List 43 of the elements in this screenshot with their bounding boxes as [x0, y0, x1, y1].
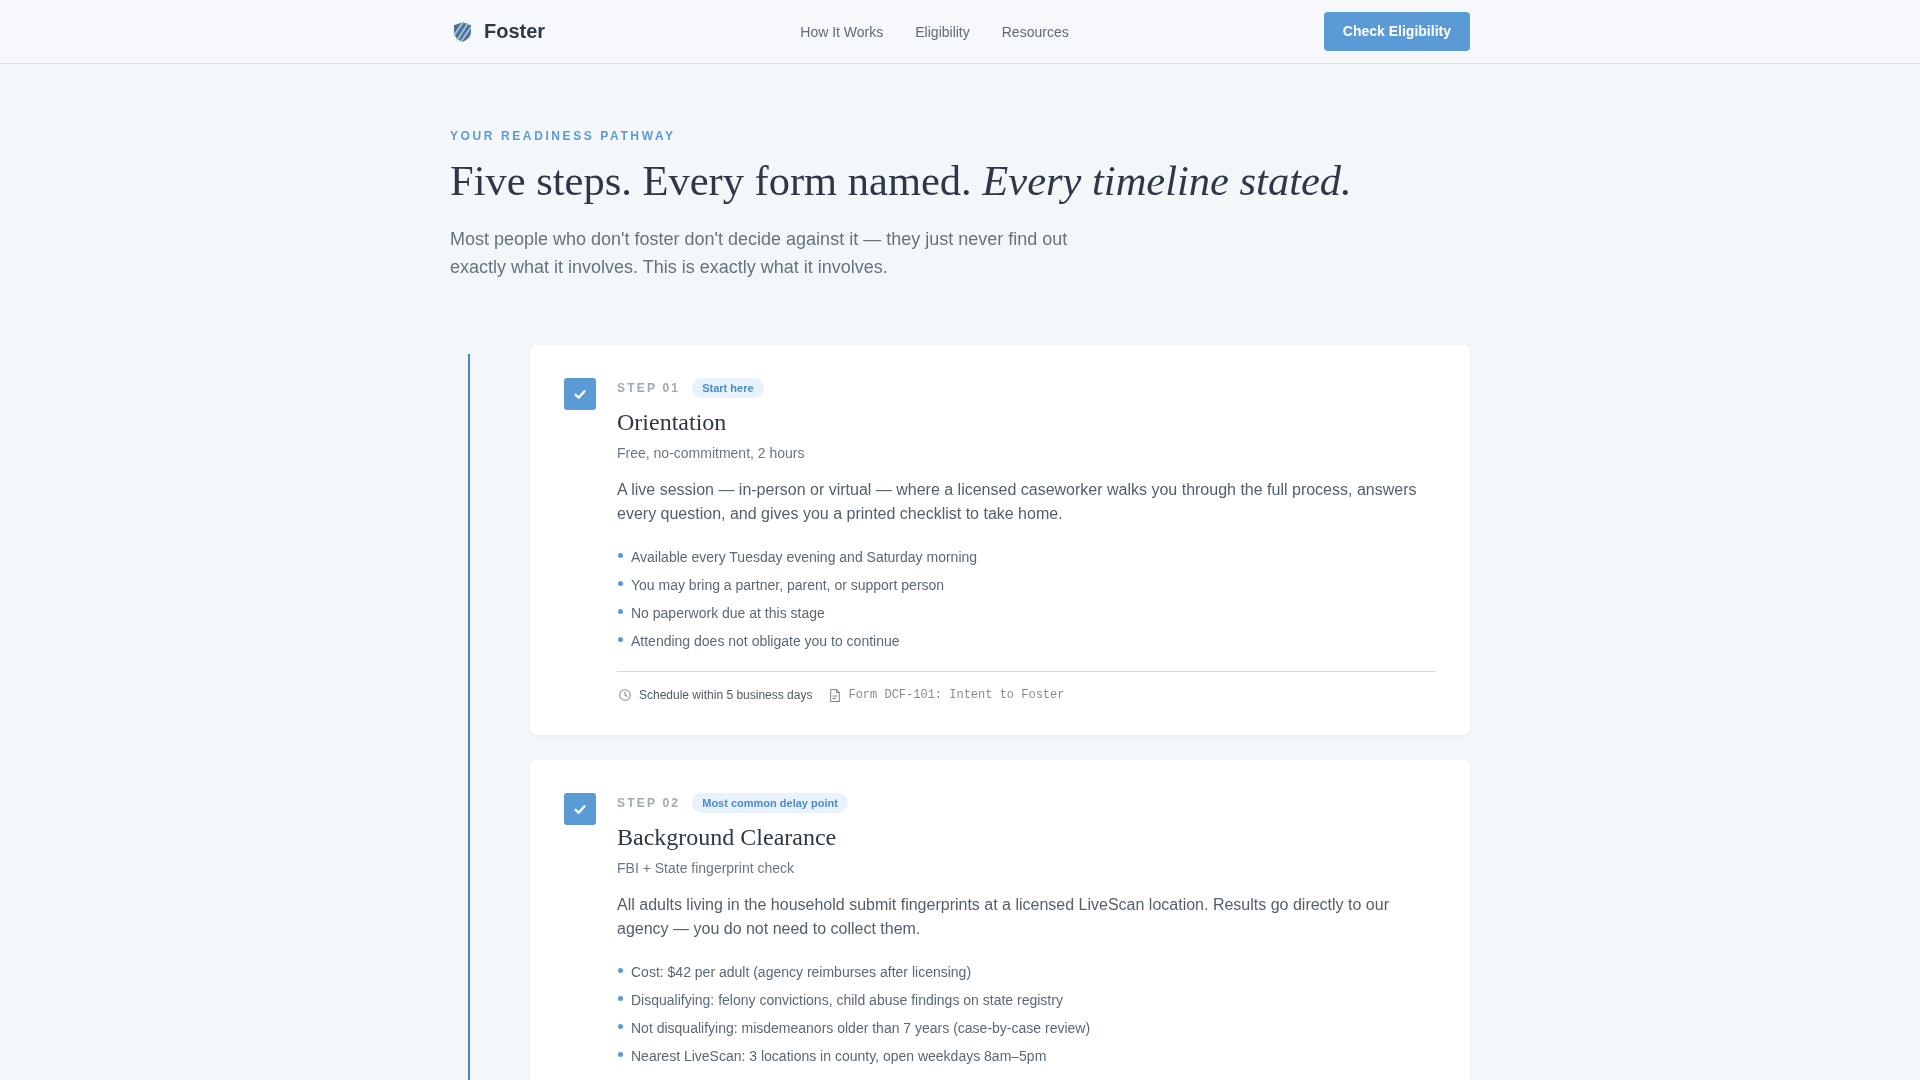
bullet-icon: [618, 637, 623, 642]
bullet-text: No paperwork due at this stage: [631, 604, 825, 623]
bullet-icon: [618, 581, 623, 586]
bullet-text: Available every Tuesday evening and Saturday morning: [631, 548, 978, 567]
nav-link[interactable]: Eligibility: [915, 23, 970, 40]
bullet-text: Not disqualifying: misdemeanors older than 7 years (case-by-case review): [631, 1019, 1091, 1038]
step-tag: Most common delay point: [692, 793, 848, 813]
step-subtitle: FBI + State fingerprint check: [617, 859, 796, 878]
brand-name[interactable]: Foster: [484, 20, 546, 43]
bullet-icon: [618, 1052, 623, 1057]
step-description: All adults living in the household submit fingerprints at a licensed LiveScan location. Results go directly to our agency — you do not need to collect them.: [617, 895, 1390, 939]
step-checkbox[interactable]: [564, 793, 596, 825]
bullet-text: Disqualifying: felony convictions, child abuse findings on state registry: [631, 991, 1063, 1010]
step-description: A live session — in-person or virtual — where a licensed caseworker walks you through the full process, answers every question, and gives you a printed checklist to take home.: [617, 480, 1418, 524]
bullet-icon: [618, 609, 623, 614]
bullet-icon: [618, 553, 623, 558]
check-icon: [574, 389, 586, 399]
step-title: Orientation: [617, 408, 728, 437]
document-icon: [830, 688, 841, 702]
bullet-icon: [618, 968, 623, 973]
bullet-text: Attending does not obligate you to continue: [631, 632, 900, 651]
bullet-text: Nearest LiveScan: 3 locations in county, open weekdays 8am–5pm: [631, 1047, 1047, 1066]
shield-icon: [454, 21, 471, 42]
step-tag: Start here: [692, 378, 764, 398]
page-heading: Five steps. Every form named. Every timeline stated.: [450, 156, 1353, 206]
check-icon: [574, 804, 586, 814]
bullet-text: Cost: $42 per adult (agency reimburses after licensing): [631, 963, 972, 982]
nav-link[interactable]: How It Works: [800, 23, 884, 40]
cta-button[interactable]: Check Eligibility: [1323, 12, 1470, 51]
clock-icon: [619, 689, 631, 701]
step-title: Background Clearance: [617, 823, 838, 852]
nav-link[interactable]: Resources: [1001, 23, 1069, 40]
bullet-icon: [618, 996, 623, 1001]
step-number: STEP 01: [617, 381, 681, 395]
timeline-text: Schedule within 5 business days: [639, 687, 813, 703]
intro-text: Most people who don't foster don't decide against it — they just never find out exactly what it involves. This is exactly what it involves.: [450, 228, 1069, 279]
bullet-text: You may bring a partner, parent, or support person: [631, 576, 945, 595]
step-number: STEP 02: [617, 796, 681, 810]
bullet-icon: [618, 1024, 623, 1029]
section-eyebrow: YOUR READINESS PATHWAY: [450, 128, 677, 144]
step-checkbox[interactable]: [564, 378, 596, 410]
form-name: Form DCF-101: Intent to Foster: [848, 687, 1065, 703]
step-subtitle: Free, no-commitment, 2 hours: [617, 444, 806, 463]
